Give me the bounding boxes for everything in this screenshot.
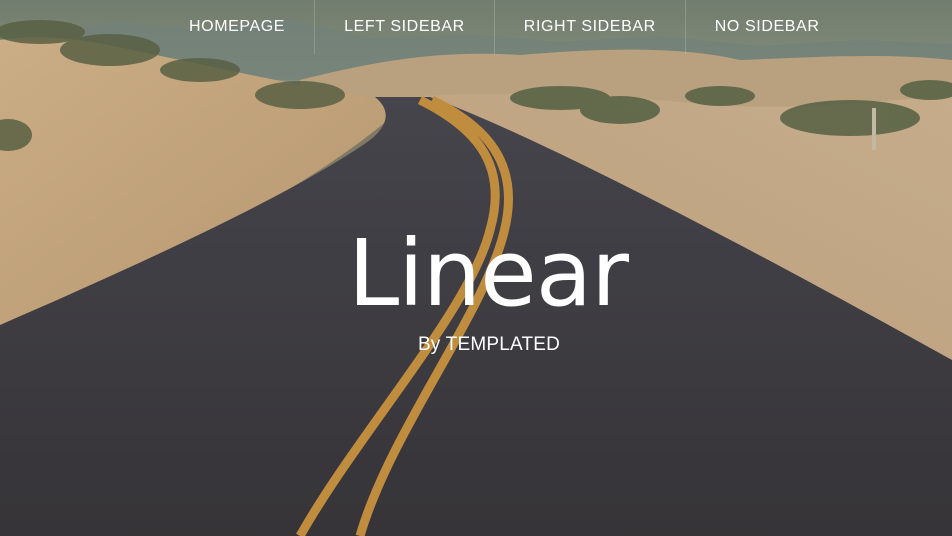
nav-item-homepage[interactable]: HOMEPAGE (160, 0, 314, 54)
nav-item-right-sidebar[interactable]: RIGHT SIDEBAR (493, 0, 685, 54)
hero-banner: HOMEPAGE LEFT SIDEBAR RIGHT SIDEBAR NO S… (0, 0, 952, 536)
nav-item-left-sidebar[interactable]: LEFT SIDEBAR (314, 0, 494, 54)
hero-headline: Linear By TEMPLATED (0, 222, 952, 356)
main-navigation: HOMEPAGE LEFT SIDEBAR RIGHT SIDEBAR NO S… (160, 0, 848, 54)
site-title: Linear (348, 220, 629, 327)
nav-item-no-sidebar[interactable]: NO SIDEBAR (684, 0, 849, 54)
site-byline: By TEMPLATED (417, 334, 561, 355)
